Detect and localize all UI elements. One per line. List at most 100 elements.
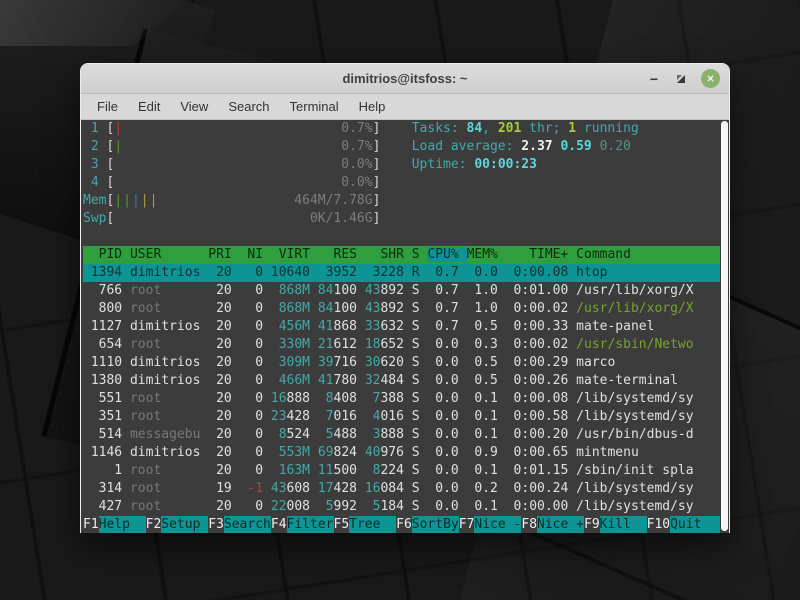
fkey-label: Setup	[161, 516, 208, 533]
cell-time: 0:00.65	[506, 445, 576, 460]
meter-value: 464M/7.78G	[294, 192, 372, 210]
process-row-351[interactable]: 351 root 20 0 23428 7016 4016 S 0.0 0.1 …	[83, 408, 720, 426]
terminal-content[interactable]: 1 [ |0.7%] Tasks: 84, 201 thr; 1 running…	[81, 120, 729, 533]
column-header-mem[interactable]: MEM%	[467, 247, 506, 262]
fkey-f2-setup[interactable]: F2Setup	[146, 516, 209, 533]
fkey-label: Kill	[600, 516, 647, 533]
meter-value: 0.7%	[341, 120, 372, 138]
fkey-f3-search[interactable]: F3Search	[208, 516, 271, 533]
fkey-f6-sortby[interactable]: F6SortBy	[396, 516, 459, 533]
column-header-ni[interactable]: NI	[240, 247, 271, 262]
process-row-766[interactable]: 766 root 20 0 868M 84100 43892 S 0.7 1.0…	[83, 282, 720, 300]
fkey-f5-tree[interactable]: F5Tree	[334, 516, 397, 533]
column-header-shr[interactable]: SHR	[365, 247, 412, 262]
process-row-1394[interactable]: 1394 dimitrios 20 0 10640 3952 3228 R 0.…	[83, 264, 720, 282]
fkey-number: F3	[208, 516, 224, 533]
fkey-f4-filter[interactable]: F4Filter	[271, 516, 334, 533]
column-header-pri[interactable]: PRI	[208, 247, 239, 262]
cell-cpu: 0.0	[427, 391, 466, 406]
window-controls: − ×	[647, 69, 729, 88]
close-icon: ×	[707, 72, 714, 84]
cell-mem: 0.3	[467, 337, 506, 352]
scrollbar-thumb[interactable]	[721, 121, 728, 531]
cell-state: S	[412, 319, 428, 334]
column-header-pid[interactable]: PID	[83, 247, 130, 262]
cell-mem: 0.1	[467, 427, 506, 442]
cell-pri: 20	[208, 427, 239, 442]
cell-pri: 20	[208, 337, 239, 352]
cell-time: 0:00.58	[506, 409, 576, 424]
cell-state: S	[412, 445, 428, 460]
process-row-551[interactable]: 551 root 20 0 16888 8408 7388 S 0.0 0.1 …	[83, 390, 720, 408]
fkey-label: Quit	[670, 516, 717, 533]
fkey-f1-help[interactable]: F1Help	[83, 516, 146, 533]
meter-bar: 0K/1.46G	[114, 210, 372, 228]
cell-pid: 800	[83, 301, 130, 316]
cell-pri: 20	[208, 463, 239, 478]
fkey-f10-quit[interactable]: F10Quit	[647, 516, 717, 533]
process-row-1[interactable]: 1 root 20 0 163M 11500 8224 S 0.0 0.1 0:…	[83, 462, 720, 480]
meter-value: 0.7%	[341, 138, 372, 156]
maximize-button[interactable]	[675, 73, 687, 85]
process-row-1380[interactable]: 1380 dimitrios 20 0 466M 41780 32484 S 0…	[83, 372, 720, 390]
process-row-314[interactable]: 314 root 19 -1 43608 17428 16084 S 0.0 0…	[83, 480, 720, 498]
cell-ni: 0	[240, 427, 271, 442]
fkey-label: Nice -	[474, 516, 521, 533]
minimize-button[interactable]: −	[647, 72, 661, 86]
fkey-label: Filter	[287, 516, 334, 533]
menu-item-file[interactable]: File	[87, 99, 128, 114]
menu-item-help[interactable]: Help	[349, 99, 396, 114]
column-header-cpu[interactable]: CPU%	[427, 247, 466, 262]
cell-command: marco	[576, 355, 615, 370]
fkey-f8-nice-+[interactable]: F8Nice +	[521, 516, 584, 533]
cell-cpu: 0.0	[427, 373, 466, 388]
column-header-user[interactable]: USER	[130, 247, 208, 262]
cell-mem: 0.5	[467, 319, 506, 334]
cpu4-meter: 4 [ 0.0%]	[83, 174, 720, 192]
cell-pid: 1146	[83, 445, 130, 460]
cell-cpu: 0.0	[427, 463, 466, 478]
cell-time: 0:00.08	[506, 391, 576, 406]
cell-user: root	[130, 481, 208, 496]
fkey-number: F7	[459, 516, 475, 533]
cell-pid: 654	[83, 337, 130, 352]
menu-item-search[interactable]: Search	[218, 99, 279, 114]
fkey-f7-nice--[interactable]: F7Nice -	[459, 516, 522, 533]
column-header-res[interactable]: RES	[318, 247, 365, 262]
cell-ni: -1	[240, 481, 271, 496]
column-header-virt[interactable]: VIRT	[271, 247, 318, 262]
process-row-1110[interactable]: 1110 dimitrios 20 0 309M 39716 30620 S 0…	[83, 354, 720, 372]
cell-command: /usr/bin/dbus-d	[576, 427, 693, 442]
terminal-window: dimitrios@itsfoss: ~ − × FileEditViewSea…	[80, 63, 730, 533]
fkey-f9-kill[interactable]: F9Kill	[584, 516, 647, 533]
cell-mem: 0.1	[467, 499, 506, 514]
process-row-1146[interactable]: 1146 dimitrios 20 0 553M 69824 40976 S 0…	[83, 444, 720, 462]
cell-state: R	[412, 265, 428, 280]
cell-cpu: 0.7	[427, 301, 466, 316]
titlebar[interactable]: dimitrios@itsfoss: ~ − ×	[81, 64, 729, 94]
cell-time: 0:00.02	[506, 337, 576, 352]
process-row-654[interactable]: 654 root 20 0 330M 21612 18652 S 0.0 0.3…	[83, 336, 720, 354]
menu-item-terminal[interactable]: Terminal	[280, 99, 349, 114]
cell-mem: 0.0	[467, 265, 506, 280]
close-button[interactable]: ×	[701, 69, 720, 88]
scrollbar[interactable]	[721, 121, 728, 531]
process-row-800[interactable]: 800 root 20 0 868M 84100 43892 S 0.7 1.0…	[83, 300, 720, 318]
column-header-command[interactable]: Command	[576, 247, 631, 262]
column-header-time[interactable]: TIME+	[506, 247, 576, 262]
cell-user: root	[130, 391, 208, 406]
process-row-514[interactable]: 514 messagebu 20 0 8524 5488 3888 S 0.0 …	[83, 426, 720, 444]
menu-item-view[interactable]: View	[170, 99, 218, 114]
cell-mem: 0.1	[467, 463, 506, 478]
cell-pri: 19	[208, 481, 239, 496]
column-header-s[interactable]: S	[412, 247, 428, 262]
process-row-427[interactable]: 427 root 20 0 22008 5992 5184 S 0.0 0.1 …	[83, 498, 720, 516]
cell-state: S	[412, 355, 428, 370]
cell-state: S	[412, 427, 428, 442]
process-row-1127[interactable]: 1127 dimitrios 20 0 456M 41868 33632 S 0…	[83, 318, 720, 336]
menu-item-edit[interactable]: Edit	[128, 99, 170, 114]
cell-pid: 351	[83, 409, 130, 424]
cell-user: root	[130, 301, 208, 316]
cell-command: /sbin/init spla	[576, 463, 693, 478]
blank-line	[83, 228, 720, 246]
